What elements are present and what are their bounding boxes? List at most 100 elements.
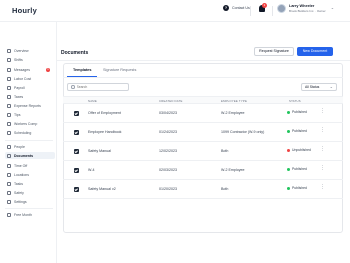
more-options-icon[interactable]: ⋮ [320,147,325,152]
document-icon [74,130,79,135]
status-filter-select[interactable]: All Status ⌄ [301,83,337,91]
status-label: Published [292,186,307,190]
sidebar-item-label: Tasks [14,181,23,186]
more-options-icon[interactable]: ⋮ [320,128,325,133]
divider [250,6,251,16]
document-name[interactable]: Safety Manual [88,149,111,153]
employee-type: 1099 Contractor (W-9 only) [221,130,265,134]
sidebar-item-overview[interactable]: Overview [5,47,55,54]
chevron-down-icon: ⌄ [329,84,333,89]
sidebar-item-label: Workers Comp [14,121,38,126]
status-label: Published [292,110,307,114]
header-divider [57,60,350,61]
document-name[interactable]: Employee Handbook [88,130,121,134]
sidebar-item-people[interactable]: People [5,143,55,150]
document-icon [7,153,11,158]
tab-signature-requests[interactable]: Signature Requests [103,68,136,72]
status-dot [287,110,290,114]
search-input[interactable] [76,85,127,89]
sidebar-item-shifts[interactable]: Shifts [5,56,55,63]
sidebar-item-labor-cost[interactable]: Labor Cost [5,75,55,82]
sidebar-item-label: Labor Cost [14,76,32,81]
sidebar-item-label: Messages [14,67,30,72]
sidebar-item-tips[interactable]: Tips [5,111,55,118]
plane-icon [7,163,11,168]
sidebar-item-label: People [14,144,25,149]
status-filter-value: All Status [305,85,320,89]
table-row[interactable]: Safety Manual 12/02/2023 Both Unpublishe… [63,142,343,161]
column-header-name[interactable]: NAME [88,99,97,103]
document-name[interactable]: Safety Manual v2 [88,187,116,191]
sidebar-item-settings[interactable]: Settings [5,198,55,205]
receipt-icon [7,94,11,99]
column-header-employee-type[interactable]: EMPLOYEE TYPE [221,99,247,103]
document-icon [74,149,79,154]
sidebar-item-free-month[interactable]: Free Month [5,211,55,218]
sidebar-item-documents[interactable]: Documents [5,152,55,159]
status-badge: Published [287,110,307,114]
document-icon [74,168,79,173]
chevron-down-icon: ⌄ [330,5,335,10]
contact-us-button[interactable]: ? Contact Us [223,5,250,11]
document-name[interactable]: Offer of Employment [88,111,121,115]
table-row[interactable]: Employee Handbook 01/24/2023 1099 Contra… [63,123,343,142]
sidebar-divider [5,208,53,209]
column-header-created-date[interactable]: CREATED DATE [159,99,183,103]
document-name[interactable]: W-4 [88,168,95,172]
sidebar-item-payroll[interactable]: Payroll [5,84,55,91]
status-badge: Published [287,167,307,171]
top-bar: Hourly ? Contact Us 1 Larry Wheeler Broo… [0,0,350,22]
app-logo[interactable]: Hourly [12,6,37,15]
employee-type: W-2 Employee [221,111,245,115]
more-options-icon[interactable]: ⋮ [320,185,325,190]
message-icon [7,67,11,72]
user-menu[interactable]: Larry Wheeler Brook Builders Inc. · Owne… [277,4,334,13]
sidebar-item-time-off[interactable]: Time Off [5,162,55,169]
document-icon [74,187,79,192]
chart-icon [7,76,11,81]
page-title: Documents [61,50,89,56]
notifications-button[interactable]: 1 [259,3,267,14]
sidebar-item-label: Locations [14,172,29,177]
created-date: 01/20/2023 [159,187,177,191]
tips-icon [7,112,11,117]
dollar-icon [7,85,11,90]
sidebar-item-tasks[interactable]: Tasks [5,180,55,187]
table-row[interactable]: Offer of Employment 03/04/2023 W-2 Emplo… [63,104,343,123]
sidebar-item-label: Expense Reports [14,103,41,108]
column-header-status[interactable]: STATUS [289,99,301,103]
sidebar-item-expense-reports[interactable]: Expense Reports [5,102,55,109]
status-badge: Unpublished [287,148,311,152]
sidebar-item-label: Free Month [14,212,32,217]
checklist-icon [7,181,11,186]
contact-us-label: Contact Us [232,6,250,10]
sidebar-item-locations[interactable]: Locations [5,171,55,178]
created-date: 03/04/2023 [159,111,177,115]
divider [272,6,273,16]
wallet-icon [7,103,11,108]
sidebar-item-messages[interactable]: Messages 1 [5,66,55,73]
sidebar-item-scheduling[interactable]: Scheduling [5,129,55,136]
more-options-icon[interactable]: ⋮ [320,166,325,171]
sidebar-item-label: Scheduling [14,130,32,135]
more-options-icon[interactable]: ⋮ [320,109,325,114]
people-icon [7,144,11,149]
table-row[interactable]: Safety Manual v2 01/20/2023 Both Publish… [63,180,343,199]
gear-icon [7,199,11,204]
new-document-button[interactable]: New Document [297,47,333,56]
shield-icon [7,121,11,126]
tab-templates[interactable]: Templates [73,68,92,72]
help-icon: ? [223,5,229,11]
table-row[interactable]: W-4 02/03/2023 W-2 Employee Published ⋮ [63,161,343,180]
status-badge: Published [287,129,307,133]
search-box[interactable] [67,83,129,91]
employee-type: Both [221,149,229,153]
home-icon [7,48,11,53]
created-date: 02/03/2023 [159,168,177,172]
sidebar-item-label: Tips [14,112,21,117]
sidebar-item-safety[interactable]: Safety [5,189,55,196]
request-signature-button[interactable]: Request Signature [254,47,294,56]
user-role: Brook Builders Inc. · Owner [289,9,326,13]
sidebar-item-workers-comp[interactable]: Workers Comp [5,120,55,127]
sidebar-item-taxes[interactable]: Taxes [5,93,55,100]
